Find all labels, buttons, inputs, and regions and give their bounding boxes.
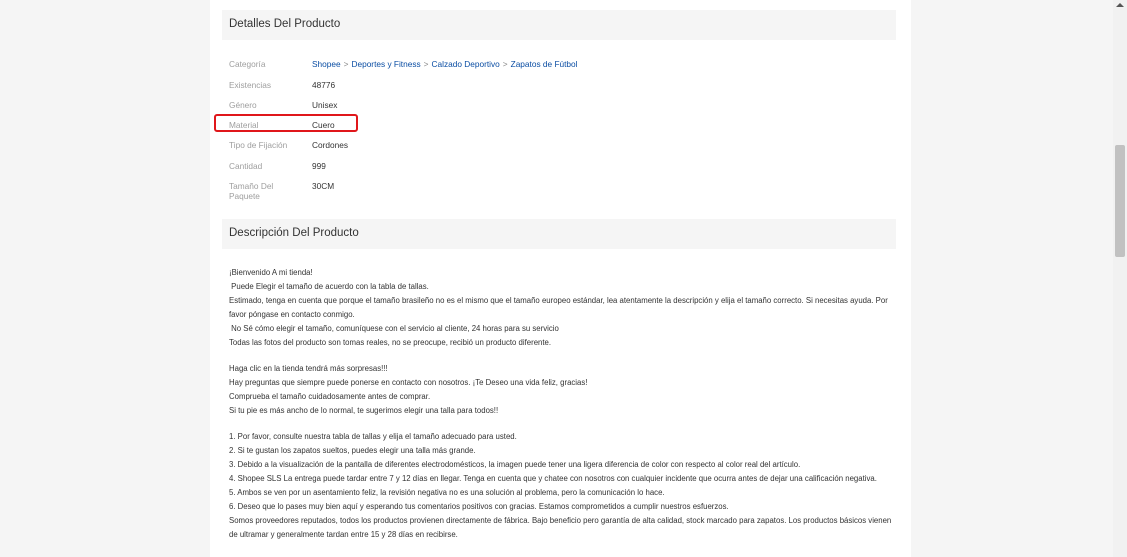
description-header: Descripción Del Producto xyxy=(222,219,896,249)
breadcrumb-item-calzado[interactable]: Calzado Deportivo xyxy=(432,59,500,69)
description-line: ¡Bienvenido A mi tienda! xyxy=(229,268,313,277)
details-header: Detalles Del Producto xyxy=(222,10,896,40)
description-line: 2. Si te gustan los zapatos sueltos, pue… xyxy=(229,446,476,455)
description-line: Estimado, tenga en cuenta que porque el … xyxy=(229,296,890,319)
description-line: Hay preguntas que siempre puede ponerse … xyxy=(229,378,588,387)
description-line: 4. Shopee SLS La entrega puede tardar en… xyxy=(229,474,877,483)
spec-value: 48776 xyxy=(312,80,336,90)
description-line: 1. Por favor, consulte nuestra tabla de … xyxy=(229,432,517,441)
description-line: Somos proveedores reputados, todos los p… xyxy=(229,516,894,539)
scrollbar-thumb[interactable] xyxy=(1115,145,1125,257)
category-label: Categoría xyxy=(229,59,266,69)
scrollbar[interactable] xyxy=(1113,0,1127,557)
description-title: Descripción Del Producto xyxy=(229,227,359,239)
description-line: Haga clic en la tienda tendrá más sorpre… xyxy=(229,364,388,373)
spec-value: Unisex xyxy=(312,100,338,110)
spec-value: Cordones xyxy=(312,140,348,150)
breadcrumb: Shopee > Deportes y Fitness > Calzado Deport… xyxy=(312,59,578,69)
spec-label: Género xyxy=(229,100,257,110)
details-title: Detalles Del Producto xyxy=(229,18,341,30)
description-line: Comprueba el tamaño cuidadosamente antes… xyxy=(229,392,431,401)
description-line: 6. Deseo que lo pases muy bien aquí y es… xyxy=(229,502,729,511)
breadcrumb-item-zapatos[interactable]: Zapatos de Fútbol xyxy=(511,59,578,69)
spec-label: Existencias xyxy=(229,80,271,90)
description-line: Todas las fotos del producto son tomas r… xyxy=(229,338,552,347)
description-line: 5. Ambos se ven por un asentamiento feli… xyxy=(229,488,665,497)
spec-label: Tamaño Del Paquete xyxy=(229,181,274,201)
description-body: ¡Bienvenido A mi tienda! Puede Elegir el… xyxy=(229,266,894,542)
description-spacer xyxy=(229,350,894,362)
product-card: Detalles Del Producto Categoría Shopee > D… xyxy=(210,0,911,557)
spec-value: 999 xyxy=(312,161,326,171)
description-line: 3. Debido a la visualización de la panta… xyxy=(229,460,801,469)
spec-label: Cantidad xyxy=(229,161,263,171)
description-spacer xyxy=(229,418,894,430)
scroll-up-arrow-icon[interactable] xyxy=(1116,3,1124,7)
description-line: Si tu pie es más ancho de lo normal, te … xyxy=(229,406,499,415)
description-line: No Sé cómo elegir el tamaño, comuníquese… xyxy=(229,324,559,333)
breadcrumb-separator: > xyxy=(502,59,508,69)
breadcrumb-item-deportes[interactable]: Deportes y Fitness xyxy=(351,59,420,69)
spec-label: Tipo de Fijación xyxy=(229,140,288,150)
breadcrumb-separator: > xyxy=(423,59,429,69)
spec-value: 30CM xyxy=(312,181,335,191)
description-line: Puede Elegir el tamaño de acuerdo con la… xyxy=(229,282,429,291)
breadcrumb-item-shopee[interactable]: Shopee xyxy=(312,59,341,69)
material-highlight-box xyxy=(214,114,358,132)
breadcrumb-separator: > xyxy=(343,59,349,69)
